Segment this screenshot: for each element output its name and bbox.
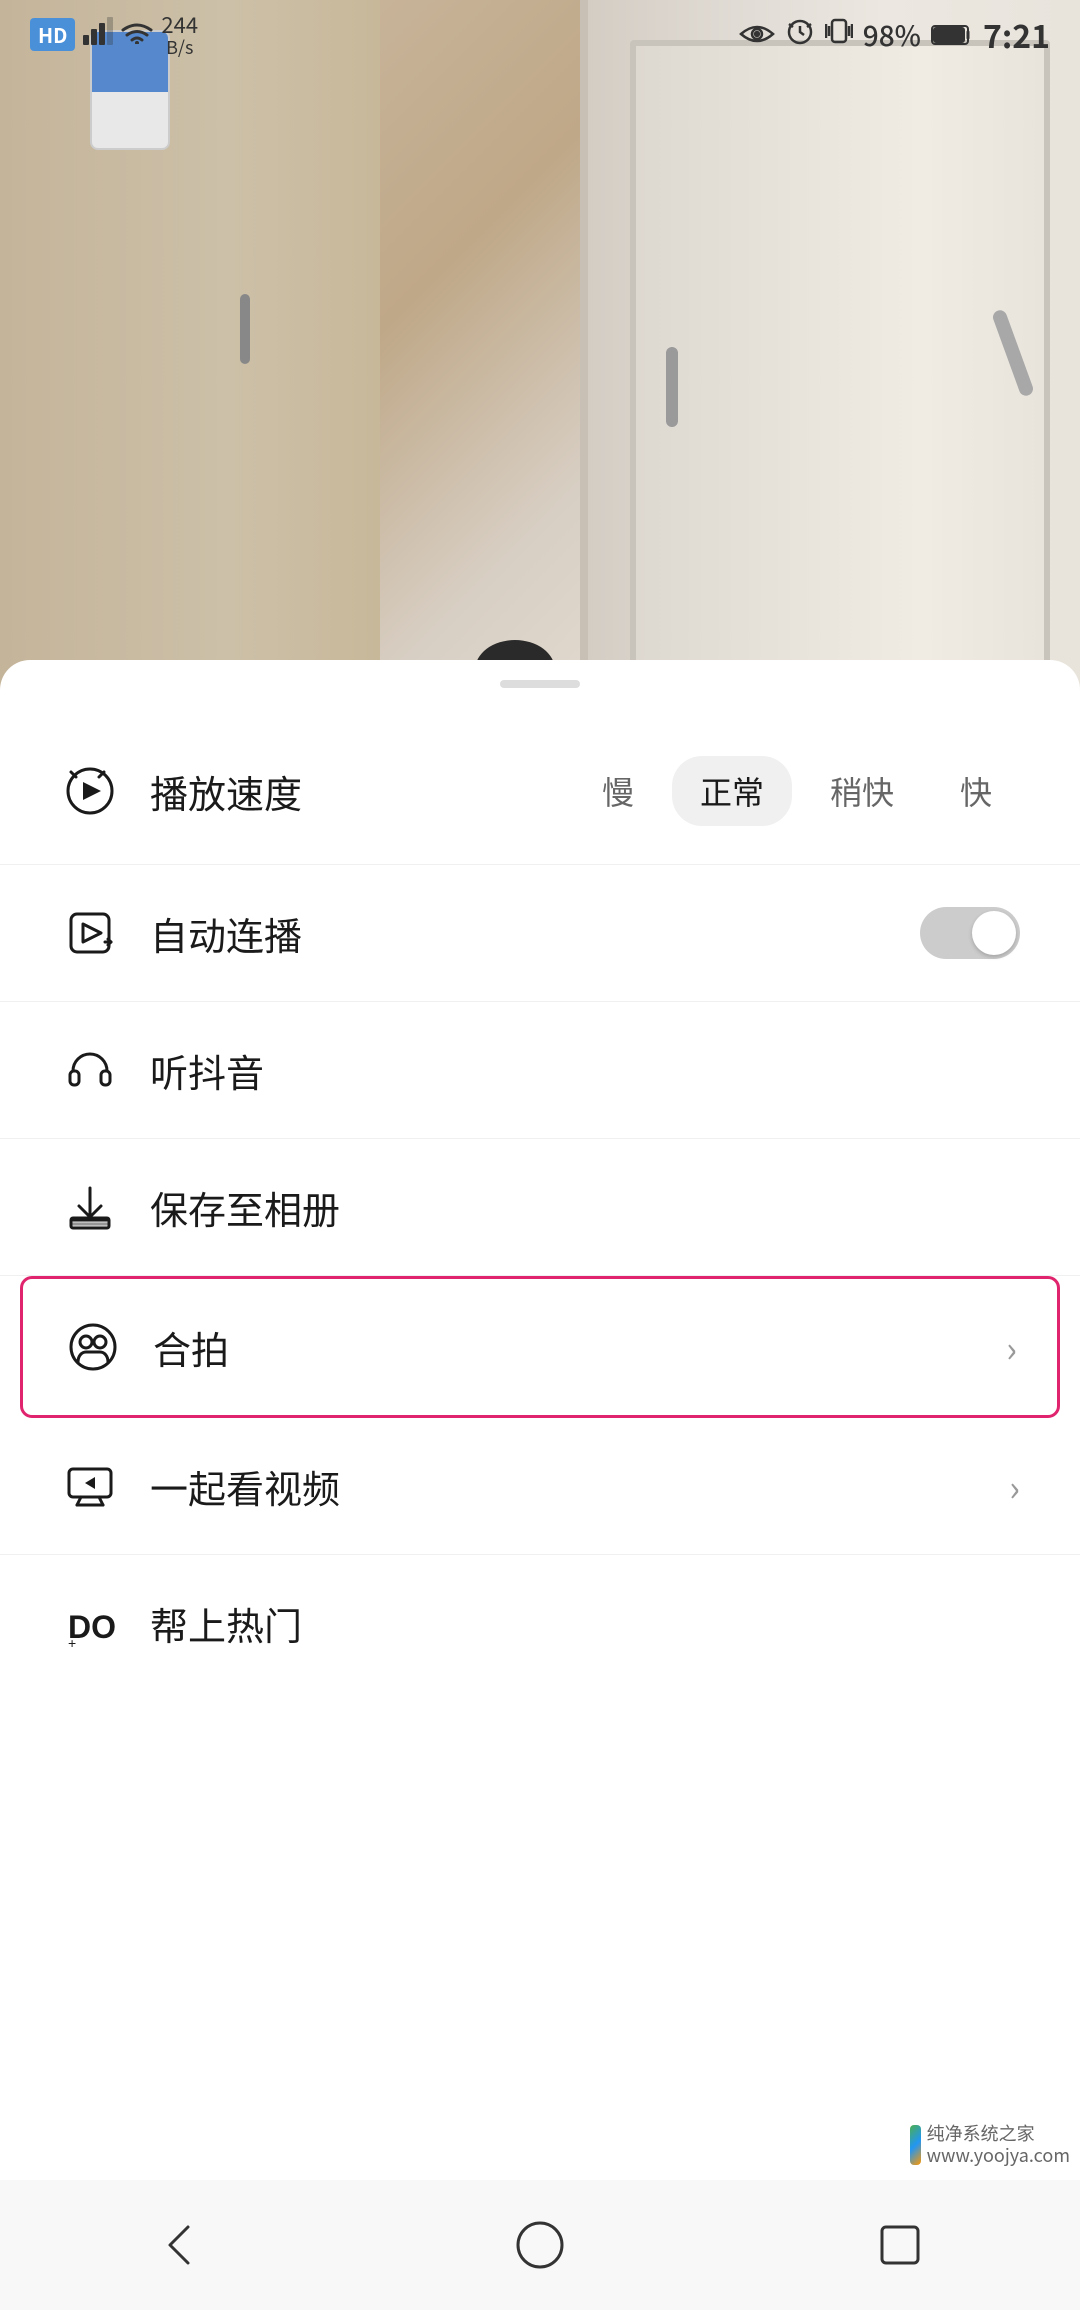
- home-button[interactable]: [490, 2205, 590, 2285]
- door-handle-left: [666, 347, 678, 427]
- bottom-sheet: 播放速度 慢 正常 稍快 快 自动连播: [0, 660, 1080, 2240]
- back-button[interactable]: [130, 2205, 230, 2285]
- speed-slow-btn[interactable]: 慢: [574, 756, 662, 826]
- speed-controls[interactable]: 慢 正常 稍快 快: [574, 756, 1020, 826]
- status-left: HD 244 B/s: [30, 11, 198, 59]
- menu-list: 播放速度 慢 正常 稍快 快 自动连播: [0, 698, 1080, 1711]
- signal-icon: [83, 17, 113, 52]
- menu-item-watch-together[interactable]: 一起看视频 ›: [0, 1418, 1080, 1555]
- video-background: [0, 0, 1080, 700]
- time-display: 7:21: [983, 12, 1050, 58]
- svg-text:+: +: [68, 1635, 76, 1650]
- alarm-icon: [785, 15, 815, 55]
- sheet-drag-handle: [500, 680, 580, 688]
- download-icon: [60, 1177, 120, 1237]
- collab-arrow-icon: ›: [1006, 1321, 1017, 1373]
- vibrate-icon: [825, 15, 853, 55]
- battery-level: 98%: [863, 15, 921, 55]
- menu-item-hot-topic[interactable]: DOU + 帮上热门: [0, 1555, 1080, 1691]
- speed-fastest-btn[interactable]: 快: [932, 756, 1020, 826]
- autoplay-toggle[interactable]: [920, 907, 1020, 959]
- collab-label: 合拍: [153, 1320, 1006, 1375]
- speed-normal-btn[interactable]: 正常: [672, 756, 792, 826]
- hd-badge: HD: [30, 18, 75, 51]
- autoplay-icon: [60, 903, 120, 963]
- menu-item-playback-speed: 播放速度 慢 正常 稍快 快: [0, 718, 1080, 865]
- status-right: 98% 7:21: [739, 12, 1050, 58]
- wall-left: [0, 0, 380, 700]
- status-bar: HD 244 B/s: [0, 0, 1080, 70]
- watermark-text: 纯净系统之家 www.yoojya.com: [927, 2123, 1070, 2166]
- video-area[interactable]: [0, 0, 1080, 700]
- watermark-logo: [910, 2125, 921, 2165]
- network-speed: 244 B/s: [161, 11, 198, 59]
- playback-speed-label: 播放速度: [150, 764, 574, 819]
- door-frame: [580, 0, 1080, 700]
- watch-together-arrow-icon: ›: [1009, 1460, 1020, 1512]
- collab-icon: [63, 1317, 123, 1377]
- autoplay-label: 自动连播: [150, 906, 920, 961]
- door-panel: [630, 40, 1050, 680]
- eye-icon: [739, 15, 775, 55]
- left-door-handle: [240, 294, 250, 364]
- nav-bar: [0, 2180, 1080, 2310]
- menu-item-save[interactable]: 保存至相册: [0, 1139, 1080, 1276]
- hot-topic-label: 帮上热门: [150, 1596, 1020, 1651]
- playback-speed-icon: [60, 761, 120, 821]
- watermark: 纯净系统之家 www.yoojya.com: [910, 2120, 1070, 2170]
- toggle-knob: [972, 911, 1016, 955]
- speed-fast-btn[interactable]: 稍快: [802, 756, 922, 826]
- watch-together-label: 一起看视频: [150, 1459, 1009, 1514]
- dou-icon: DOU +: [60, 1593, 120, 1653]
- listen-label: 听抖音: [150, 1043, 1020, 1098]
- battery-icon: [931, 15, 973, 55]
- menu-item-listen[interactable]: 听抖音: [0, 1002, 1080, 1139]
- headphone-icon: [60, 1040, 120, 1100]
- menu-item-autoplay: 自动连播: [0, 865, 1080, 1002]
- recent-apps-button[interactable]: [850, 2205, 950, 2285]
- watch-together-icon: [60, 1456, 120, 1516]
- menu-item-collab[interactable]: 合拍 ›: [20, 1276, 1060, 1418]
- save-label: 保存至相册: [150, 1180, 1020, 1235]
- wifi-icon: [121, 19, 153, 51]
